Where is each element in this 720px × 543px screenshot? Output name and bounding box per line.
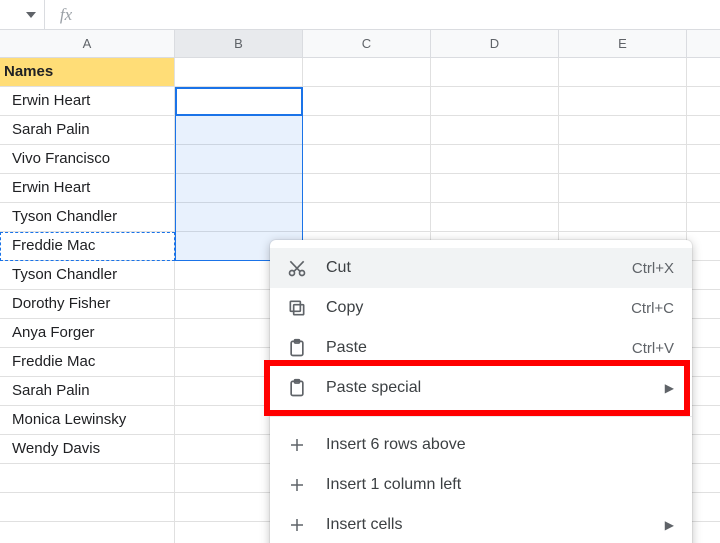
cell[interactable]	[303, 203, 431, 232]
table-row: Sarah Palin	[0, 116, 720, 145]
cell[interactable]	[175, 58, 303, 87]
cell[interactable]	[175, 116, 303, 145]
cell[interactable]: Freddie Mac	[0, 232, 175, 261]
cell[interactable]	[175, 145, 303, 174]
menu-shortcut: Ctrl+C	[631, 300, 674, 317]
column-header-e[interactable]: E	[559, 30, 687, 57]
copy-icon	[286, 297, 308, 319]
cell[interactable]	[559, 87, 687, 116]
formula-bar: fx	[0, 0, 720, 30]
paste-icon	[286, 337, 308, 359]
fx-icon: fx	[45, 0, 87, 29]
cell[interactable]: Anya Forger	[0, 319, 175, 348]
table-row: Erwin Heart	[0, 174, 720, 203]
column-header-d[interactable]: D	[431, 30, 559, 57]
cell[interactable]	[687, 145, 720, 174]
name-box-dropdown[interactable]	[0, 0, 45, 29]
cell[interactable]	[0, 493, 175, 522]
menu-item-paste-special[interactable]: Paste special ▶	[270, 368, 692, 408]
menu-item-insert-rows[interactable]: Insert 6 rows above	[270, 425, 692, 465]
cell[interactable]	[303, 174, 431, 203]
table-row: Tyson Chandler	[0, 203, 720, 232]
chevron-down-icon	[26, 12, 36, 18]
cell[interactable]: Tyson Chandler	[0, 203, 175, 232]
menu-item-cut[interactable]: Cut Ctrl+X	[270, 248, 692, 288]
column-header-f[interactable]	[687, 30, 720, 57]
plus-icon	[286, 434, 308, 456]
cell[interactable]	[175, 87, 303, 116]
cell[interactable]	[303, 58, 431, 87]
cell[interactable]	[303, 87, 431, 116]
cell-a1[interactable]: Names	[0, 58, 175, 87]
cell[interactable]	[687, 58, 720, 87]
cell[interactable]	[303, 116, 431, 145]
cell[interactable]	[431, 87, 559, 116]
menu-shortcut: Ctrl+V	[632, 340, 674, 357]
cell[interactable]	[559, 174, 687, 203]
cell[interactable]: Freddie Mac	[0, 348, 175, 377]
column-header-c[interactable]: C	[303, 30, 431, 57]
menu-label: Copy	[326, 299, 631, 317]
cell[interactable]: Dorothy Fisher	[0, 290, 175, 319]
cell[interactable]: Sarah Palin	[0, 377, 175, 406]
cell[interactable]	[303, 145, 431, 174]
cell[interactable]	[431, 145, 559, 174]
cell[interactable]: Erwin Heart	[0, 87, 175, 116]
cell[interactable]	[687, 174, 720, 203]
menu-label: Paste	[326, 339, 632, 357]
context-menu: Cut Ctrl+X Copy Ctrl+C Paste Ctrl+V Past…	[270, 240, 692, 543]
cell[interactable]	[687, 203, 720, 232]
cell[interactable]: Vivo Francisco	[0, 145, 175, 174]
paste-icon	[286, 377, 308, 399]
cell[interactable]	[687, 87, 720, 116]
menu-label: Paste special	[326, 379, 657, 397]
menu-item-insert-column[interactable]: Insert 1 column left	[270, 465, 692, 505]
cell[interactable]	[559, 116, 687, 145]
cell[interactable]	[559, 203, 687, 232]
menu-item-paste[interactable]: Paste Ctrl+V	[270, 328, 692, 368]
cell[interactable]	[431, 58, 559, 87]
cell[interactable]	[431, 116, 559, 145]
cell[interactable]	[0, 464, 175, 493]
menu-label: Insert cells	[326, 516, 657, 534]
cell[interactable]	[175, 203, 303, 232]
table-row: Vivo Francisco	[0, 145, 720, 174]
cell[interactable]	[559, 58, 687, 87]
cell[interactable]	[0, 522, 175, 543]
cell[interactable]	[431, 174, 559, 203]
cell[interactable]: Erwin Heart	[0, 174, 175, 203]
cell[interactable]	[687, 116, 720, 145]
plus-icon	[286, 514, 308, 536]
column-header-a[interactable]: A	[0, 30, 175, 57]
menu-shortcut: Ctrl+X	[632, 260, 674, 277]
column-headers: A B C D E	[0, 30, 720, 58]
table-row: Erwin Heart	[0, 87, 720, 116]
plus-icon	[286, 474, 308, 496]
cell[interactable]	[175, 174, 303, 203]
menu-separator	[270, 416, 692, 417]
cell[interactable]: Sarah Palin	[0, 116, 175, 145]
formula-input[interactable]	[87, 0, 720, 29]
column-header-b[interactable]: B	[175, 30, 303, 57]
cell[interactable]	[559, 145, 687, 174]
menu-label: Insert 1 column left	[326, 476, 674, 494]
cell[interactable]: Wendy Davis	[0, 435, 175, 464]
chevron-right-icon: ▶	[665, 381, 674, 395]
table-row: Names	[0, 58, 720, 87]
cell[interactable]	[431, 203, 559, 232]
chevron-right-icon: ▶	[665, 518, 674, 532]
cut-icon	[286, 257, 308, 279]
cell[interactable]: Tyson Chandler	[0, 261, 175, 290]
menu-item-copy[interactable]: Copy Ctrl+C	[270, 288, 692, 328]
cell[interactable]: Monica Lewinsky	[0, 406, 175, 435]
menu-label: Insert 6 rows above	[326, 436, 674, 454]
menu-item-insert-cells[interactable]: Insert cells ▶	[270, 505, 692, 543]
menu-label: Cut	[326, 259, 632, 277]
